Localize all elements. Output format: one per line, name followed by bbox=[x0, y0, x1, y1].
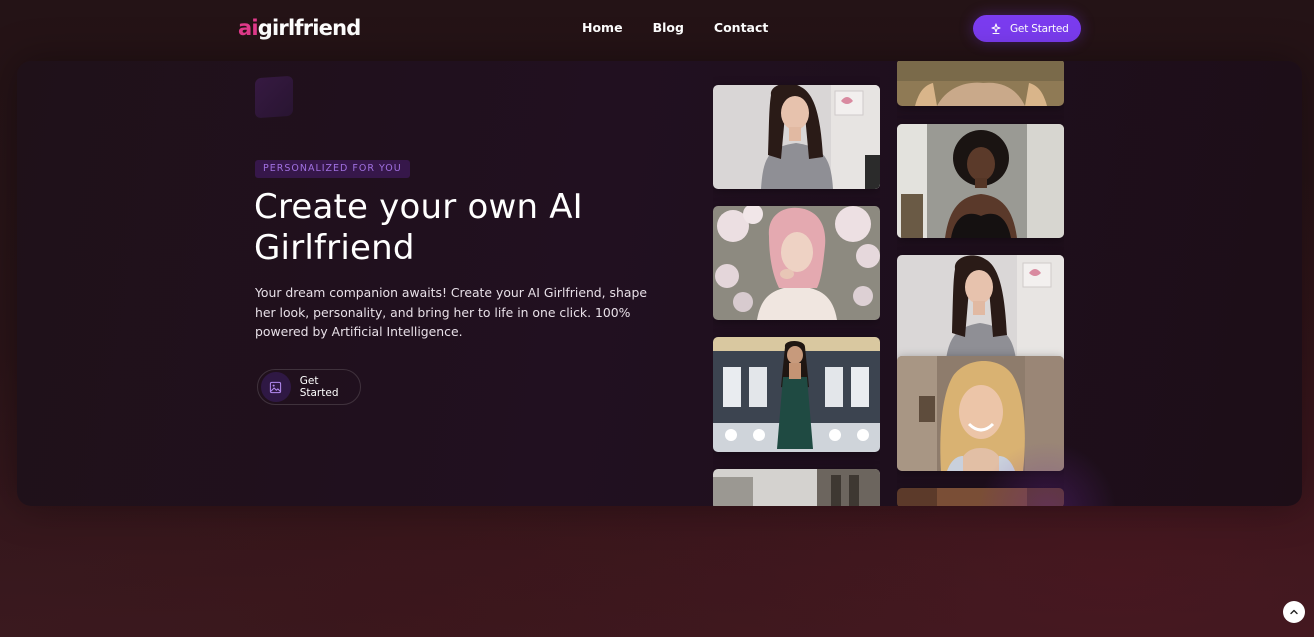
scroll-to-top-button[interactable] bbox=[1283, 601, 1305, 623]
nav-contact-link[interactable]: Contact bbox=[714, 20, 768, 35]
gallery-column-a bbox=[713, 61, 880, 506]
portrait-pink-hair-blossoms bbox=[713, 206, 880, 320]
sparkle-download-icon bbox=[991, 22, 1001, 34]
gallery-card bbox=[897, 124, 1064, 238]
portrait-blonde-smile bbox=[897, 356, 1064, 471]
site-header: aigirlfriend Home Blog Contact Get Start… bbox=[0, 0, 1314, 58]
chevron-up-icon bbox=[1290, 609, 1298, 615]
logo-word-text: girlfriend bbox=[257, 16, 362, 40]
nav-home-link[interactable]: Home bbox=[582, 20, 623, 35]
portrait-gray-top-brunette-2 bbox=[897, 255, 1064, 370]
hero-cta-icon-circle bbox=[261, 372, 291, 402]
hero-section: PERSONALIZED FOR YOU Create your own AI … bbox=[17, 61, 1302, 506]
main-nav: Home Blog Contact bbox=[582, 20, 768, 35]
site-logo[interactable]: aigirlfriend bbox=[238, 14, 362, 42]
gallery-card bbox=[713, 85, 880, 189]
header-cta-label: Get Started bbox=[1010, 22, 1069, 35]
portrait-green-dress-hall bbox=[713, 337, 880, 452]
hero-title: Create your own AI Girlfriend bbox=[254, 187, 583, 268]
hero-get-started-button[interactable]: Get Started bbox=[257, 369, 361, 405]
header-get-started-button[interactable]: Get Started bbox=[973, 15, 1081, 42]
gallery-card bbox=[713, 337, 880, 452]
portrait-partial-bottom bbox=[713, 469, 880, 506]
hero-badge: PERSONALIZED FOR YOU bbox=[255, 160, 410, 178]
gallery-card bbox=[897, 61, 1064, 106]
image-icon bbox=[270, 381, 282, 393]
portrait-partial-bottom-2 bbox=[897, 488, 1064, 506]
nav-blog-link[interactable]: Blog bbox=[653, 20, 684, 35]
portrait-curly-hair-black-top bbox=[897, 124, 1064, 238]
gallery-card bbox=[897, 255, 1064, 370]
portrait-gray-top-brunette bbox=[713, 85, 880, 189]
gallery-card bbox=[713, 469, 880, 506]
hero-cta-label: Get Started bbox=[299, 375, 339, 399]
gallery-column-b bbox=[897, 61, 1064, 506]
portrait-partial-top bbox=[897, 61, 1064, 106]
gallery-card bbox=[897, 488, 1064, 506]
decorative-square bbox=[255, 75, 293, 119]
hero-description: Your dream companion awaits! Create your… bbox=[255, 285, 647, 339]
logo-ai-text: ai bbox=[238, 16, 259, 40]
gallery-card bbox=[897, 356, 1064, 471]
gallery-card bbox=[713, 206, 880, 320]
